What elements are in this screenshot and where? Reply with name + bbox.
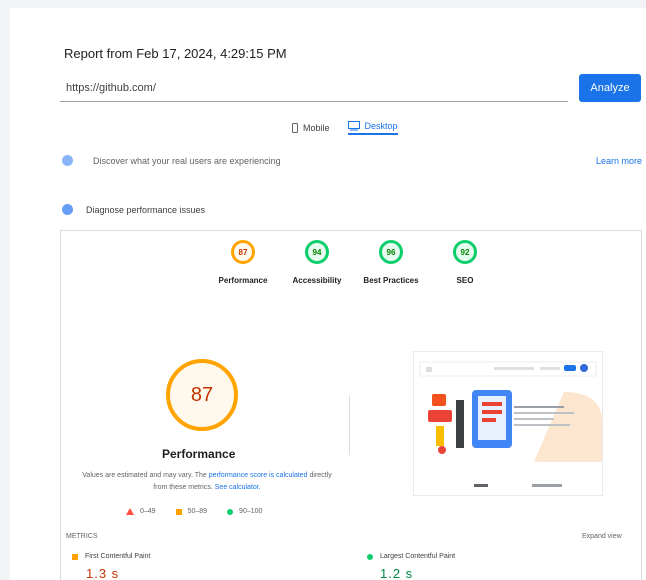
mobile-tab-label: Mobile <box>303 123 330 133</box>
gauge-best-practices[interactable]: 96 Best Practices <box>363 240 419 285</box>
lighthouse-icon <box>62 204 73 215</box>
metric-fcp: First Contentful Paint <box>72 553 150 560</box>
expand-view-toggle[interactable]: Expand view <box>582 533 622 540</box>
learn-more-link[interactable]: Learn more <box>596 156 642 166</box>
info-icon <box>62 155 73 166</box>
calculator-link[interactable]: See calculator. <box>215 484 261 491</box>
analyze-button[interactable]: Analyze <box>579 74 641 102</box>
notice-text: Discover what your real users are experi… <box>93 155 281 166</box>
gauge-best-practices-label: Best Practices <box>363 276 419 285</box>
triangle-icon <box>126 508 134 515</box>
metric-lcp-value: 1.2 s <box>380 566 414 580</box>
category-gauges: 87 Performance 94 Accessibility 96 Best … <box>218 240 490 285</box>
gauge-seo-label: SEO <box>456 276 474 285</box>
gauge-performance[interactable]: 87 Performance <box>218 240 268 285</box>
vertical-divider <box>349 395 350 455</box>
mobile-tab[interactable]: Mobile <box>292 121 330 135</box>
legend-fail: 0–49 <box>126 508 156 515</box>
performance-score-gauge: 87 <box>166 359 238 431</box>
legend-pass-label: 90–100 <box>239 508 263 515</box>
page-screenshot-thumbnail <box>413 351 603 496</box>
desktop-icon <box>347 121 360 131</box>
desc-prefix: Values are estimated and may vary. The <box>82 472 207 479</box>
legend-average: 50–89 <box>175 508 208 515</box>
metric-fcp-value: 1.3 s <box>86 566 120 580</box>
performance-description: Values are estimated and may vary. The p… <box>82 470 332 494</box>
gauge-performance-score: 87 <box>231 240 255 264</box>
gauge-seo[interactable]: 92 SEO <box>440 240 490 285</box>
desktop-tab-label: Desktop <box>364 121 398 131</box>
gauge-accessibility-score: 94 <box>305 240 329 264</box>
performance-title: Performance <box>162 447 236 461</box>
legend-pass: 90–100 <box>227 508 262 515</box>
legend-fail-label: 0–49 <box>140 508 156 515</box>
average-square-icon <box>72 553 78 560</box>
score-calc-link[interactable]: performance score is calculated <box>209 472 308 479</box>
circle-icon <box>227 508 234 515</box>
metric-fcp-name: First Contentful Paint <box>85 553 151 560</box>
crux-notice: Discover what your real users are experi… <box>62 155 642 166</box>
pass-circle-icon <box>367 553 373 560</box>
gauge-best-practices-score: 96 <box>379 240 403 264</box>
metric-lcp: Largest Contentful Paint <box>367 553 455 560</box>
gauge-accessibility[interactable]: 94 Accessibility <box>292 240 342 285</box>
metrics-heading: METRICS <box>66 533 98 540</box>
square-icon <box>175 508 182 515</box>
diagnose-heading: Diagnose performance issues <box>62 204 205 215</box>
score-legend: 0–49 50–89 90–100 <box>126 508 262 515</box>
report-timestamp: Report from Feb 17, 2024, 4:29:15 PM <box>64 46 287 61</box>
metric-lcp-name: Largest Contentful Paint <box>380 553 456 560</box>
screenshot-illustration <box>419 361 602 487</box>
gauge-seo-score: 92 <box>453 240 477 264</box>
diagnose-title: Diagnose performance issues <box>86 204 206 215</box>
desktop-tab[interactable]: Desktop <box>347 121 398 135</box>
legend-average-label: 50–89 <box>187 508 208 515</box>
mobile-icon <box>292 123 298 133</box>
gauge-accessibility-label: Accessibility <box>292 276 342 285</box>
device-toggle: Mobile Desktop <box>292 121 398 135</box>
url-input[interactable] <box>60 74 568 102</box>
gauge-performance-label: Performance <box>218 276 268 285</box>
